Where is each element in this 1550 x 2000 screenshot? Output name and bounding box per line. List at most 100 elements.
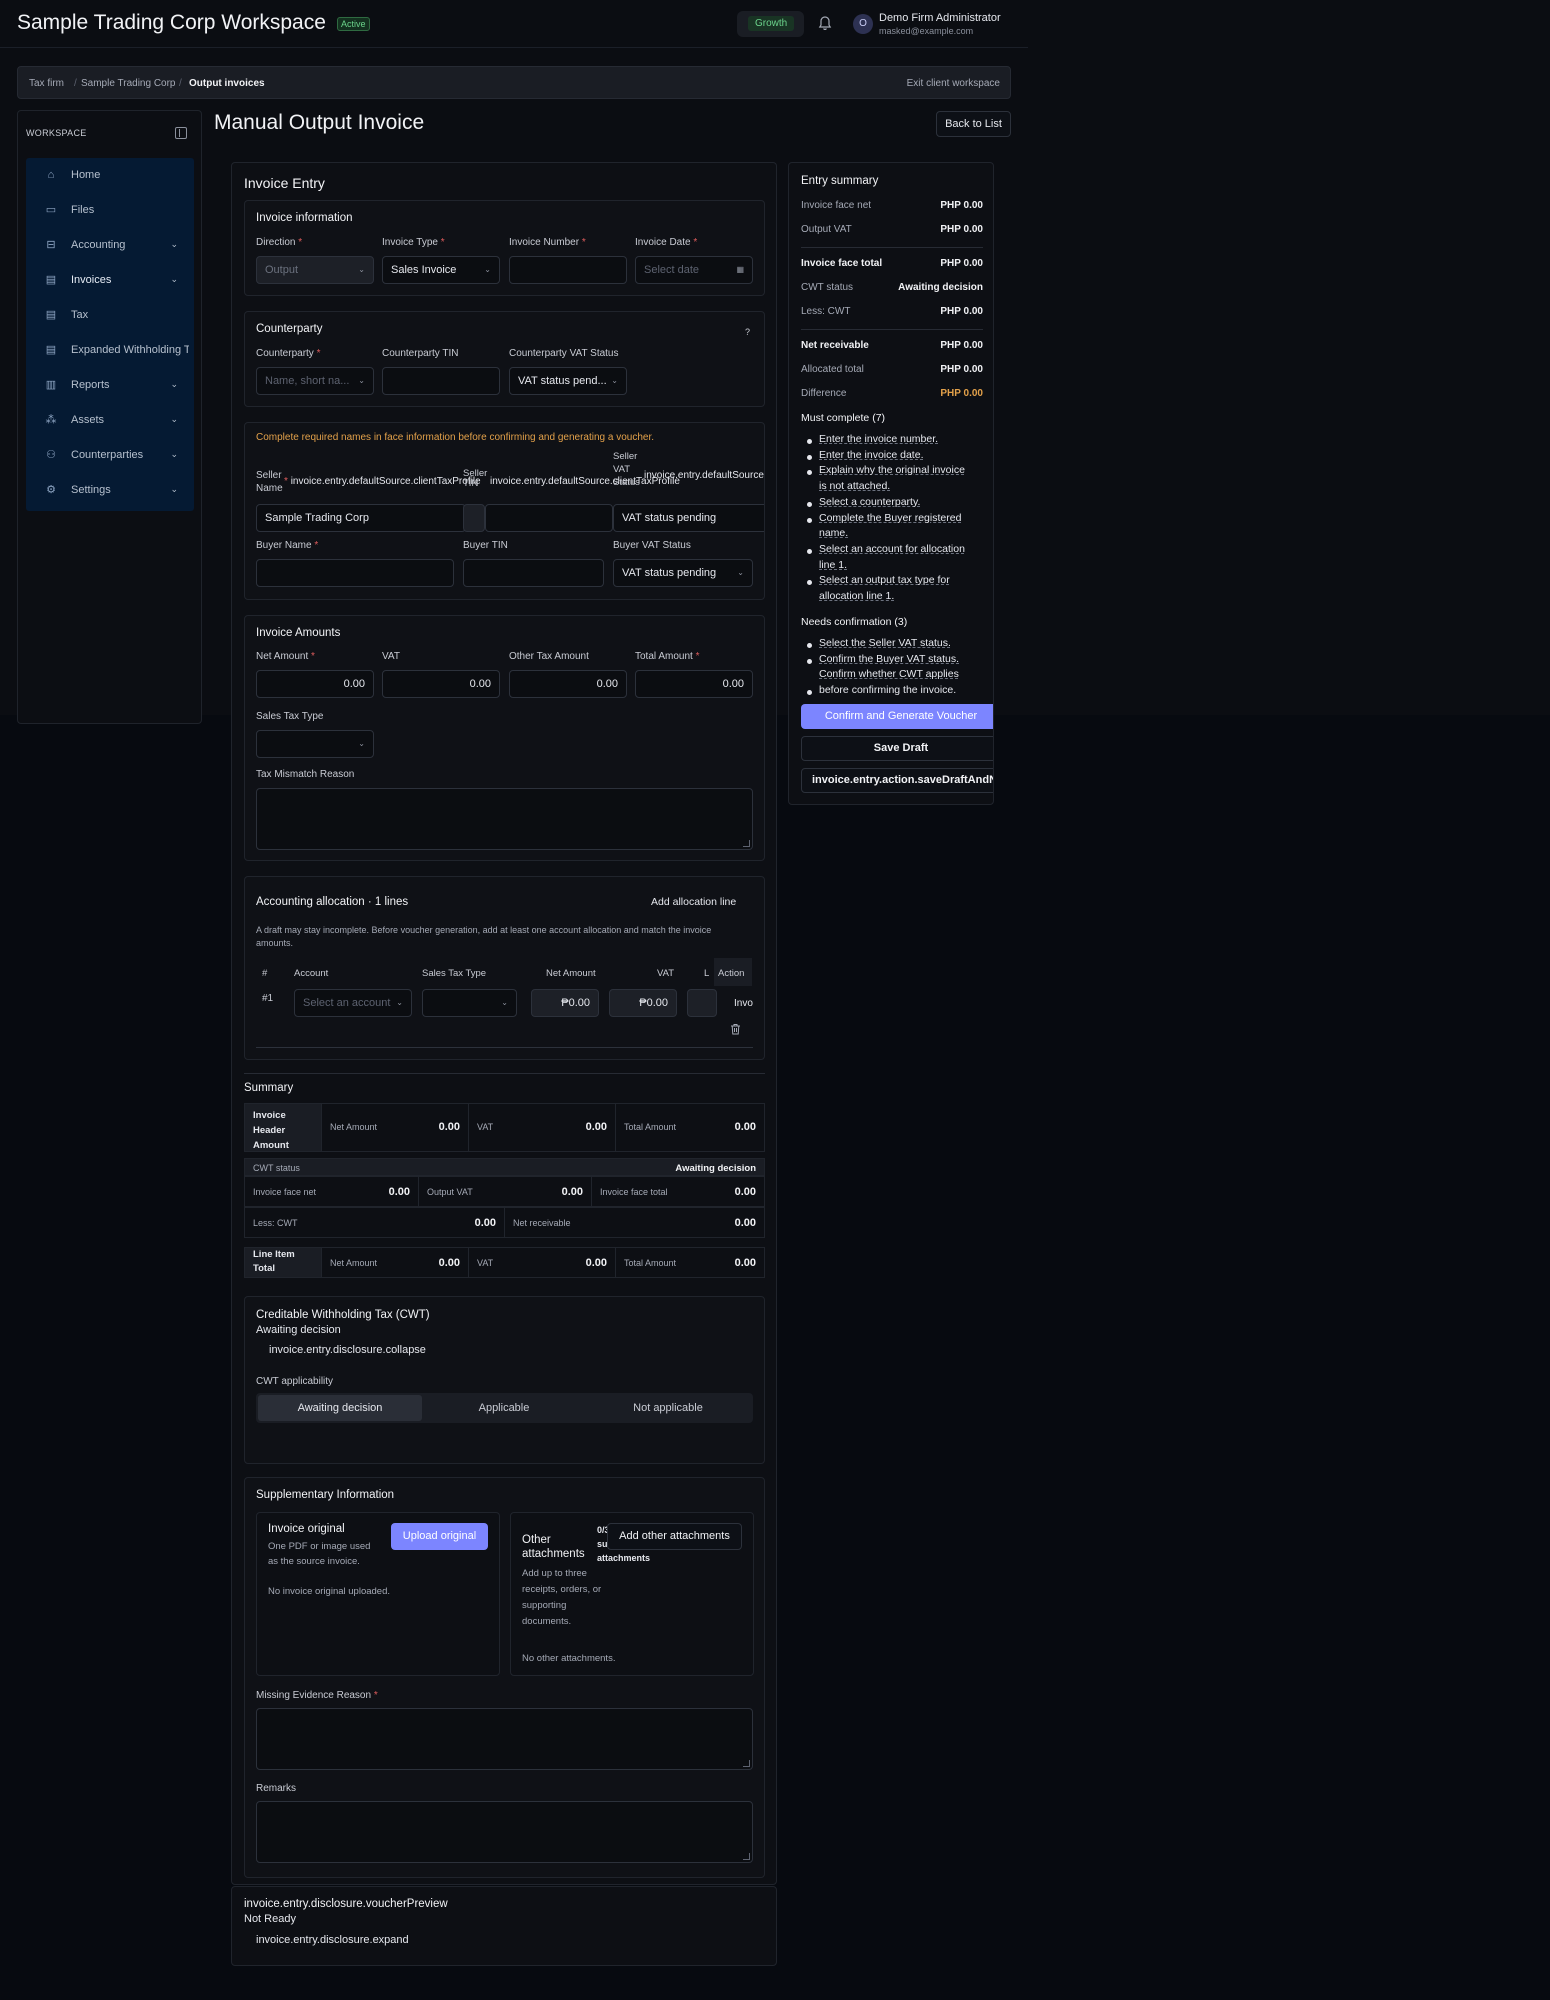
allocation-net-input[interactable]: ₱0.00 [531, 989, 599, 1017]
allocation-scrollbar[interactable] [256, 1047, 753, 1048]
vat-input[interactable]: 0.00 [382, 670, 500, 698]
buyer-tin-input[interactable] [463, 559, 604, 587]
allocation-row-number: #1 [262, 993, 274, 1004]
seller-name-label: Seller Name [256, 470, 283, 494]
cwt-option-awaiting[interactable]: Awaiting decision [258, 1395, 422, 1421]
cwt-option-applicable[interactable]: Applicable [422, 1395, 586, 1421]
save-draft-button[interactable]: Save Draft [801, 736, 993, 761]
summary-cell: Output VAT 0.00 [418, 1177, 591, 1206]
missing-evidence-textarea[interactable] [256, 1708, 753, 1770]
allocation-line-input[interactable] [687, 989, 717, 1017]
total-amount-input[interactable]: 0.00 [635, 670, 753, 698]
tax-mismatch-textarea[interactable] [256, 788, 753, 850]
help-icon[interactable]: ? [745, 327, 750, 337]
save-draft-and-new-button[interactable]: invoice.entry.action.saveDraftAndNew [801, 768, 993, 793]
supplementary-title: Supplementary Information [256, 1489, 395, 1501]
seller-name-source: * invoice.entry.defaultSource.clientTaxP… [284, 476, 481, 487]
direction-select[interactable]: Output ⌄ [256, 256, 374, 284]
checklist-item[interactable]: name. [819, 527, 848, 539]
sidebar-item-tax[interactable]: ▤ Tax [26, 298, 194, 332]
invoice-type-select[interactable]: Sales Invoice ⌄ [382, 256, 500, 284]
back-to-list-button[interactable]: Back to List [936, 111, 1011, 137]
cwt-segmented-control: Awaiting decision Applicable Not applica… [256, 1393, 753, 1423]
confirm-generate-voucher-button[interactable]: Confirm and Generate Voucher [801, 704, 993, 729]
sidebar-item-assets[interactable]: ⁂ Assets ⌄ [26, 403, 194, 437]
sidebar-item-home[interactable]: ⌂ Home [26, 158, 194, 192]
summary-row-difference: Difference PHP 0.00 [801, 388, 983, 399]
checklist-item[interactable]: Select the Seller VAT status. [819, 637, 951, 649]
checklist-item[interactable]: allocation line 1. [819, 590, 894, 602]
allocation-vat-input[interactable]: ₱0.00 [609, 989, 677, 1017]
sidebar-item-accounting[interactable]: ⊟ Accounting ⌄ [26, 228, 194, 262]
invoice-number-input[interactable] [509, 256, 627, 284]
checklist-item[interactable]: Select an output tax type for [819, 574, 950, 586]
other-tax-input[interactable]: 0.00 [509, 670, 627, 698]
breadcrumb-current: Output invoices [189, 78, 265, 89]
counterparty-vat-select[interactable]: VAT status pend... ⌄ [509, 367, 627, 395]
counterparty-select[interactable]: Name, short na... ⌄ [256, 367, 374, 395]
seller-vat-select[interactable]: VAT status pending [613, 504, 764, 532]
avatar[interactable]: O [853, 14, 873, 34]
sidebar-item-label: Expanded Withholding Tax [71, 344, 189, 356]
buyer-vat-select[interactable]: VAT status pending ⌄ [613, 559, 753, 587]
bullet-icon [807, 643, 812, 648]
chevron-down-icon: ⌄ [170, 239, 178, 249]
checklist-item[interactable]: Explain why the original invoice [819, 464, 965, 476]
account-placeholder: Select an account [303, 997, 391, 1009]
buyer-name-input[interactable] [256, 559, 454, 587]
sidebar-item-reports[interactable]: ▥ Reports ⌄ [26, 368, 194, 402]
trash-icon[interactable] [730, 1023, 741, 1035]
sidebar-item-settings[interactable]: ⚙ Settings ⌄ [26, 473, 194, 507]
checklist-item[interactable]: Enter the invoice number. [819, 433, 938, 445]
breadcrumb-client[interactable]: Sample Trading Corp [81, 78, 176, 89]
seller-name-input[interactable]: Sample Trading Corp [256, 504, 466, 532]
face-information-card: Complete required names in face informat… [244, 422, 765, 600]
checklist-item[interactable]: Select an account for allocation [819, 543, 965, 555]
sidebar-item-expanded-withholding-tax[interactable]: ▤ Expanded Withholding Tax [26, 333, 194, 367]
add-other-attachments-button[interactable]: Add other attachments [607, 1523, 742, 1550]
cwt-option-not-applicable[interactable]: Not applicable [586, 1395, 750, 1421]
voucher-expand-toggle[interactable]: invoice.entry.disclosure.expand [256, 1934, 409, 1946]
sidebar-item-files[interactable]: ▭ Files [26, 193, 194, 227]
breadcrumb-separator: / [74, 78, 77, 89]
checklist-item[interactable]: before confirming the invoice. [819, 684, 956, 696]
invoice-type-label: Invoice Type * [382, 237, 445, 248]
counterparty-tin-input[interactable] [382, 367, 500, 395]
breadcrumb-tax-firm[interactable]: Tax firm [29, 78, 64, 89]
sidebar-collapse-icon[interactable] [175, 127, 187, 139]
summary-row-allocated: Allocated total PHP 0.00 [801, 364, 983, 375]
sidebar-item-counterparties[interactable]: ⚇ Counterparties ⌄ [26, 438, 194, 472]
seller-tin-input[interactable] [485, 504, 613, 532]
col-account: Account [294, 968, 329, 979]
remarks-textarea[interactable] [256, 1801, 753, 1863]
summary-row-net-receivable: Net receivable PHP 0.00 [801, 340, 983, 351]
net-amount-input[interactable]: 0.00 [256, 670, 374, 698]
counterparty-card: Counterparty ? Counterparty * Name, shor… [244, 311, 765, 407]
chevron-down-icon: ⌄ [358, 739, 365, 748]
cwt-collapse-toggle[interactable]: invoice.entry.disclosure.collapse [269, 1344, 426, 1356]
seller-tin-prefix[interactable] [463, 504, 485, 532]
checklist-item[interactable]: Confirm whether CWT applies [819, 668, 959, 680]
sidebar-item-invoices[interactable]: ▤ Invoices ⌄ [26, 263, 194, 297]
checklist-item[interactable]: line 1. [819, 559, 847, 571]
summary-cell: Total Amount 0.00 [615, 1248, 764, 1277]
add-allocation-line-button[interactable]: Add allocation line [651, 896, 736, 908]
checklist-item[interactable]: is not attached. [819, 480, 890, 492]
upload-original-button[interactable]: Upload original [391, 1523, 488, 1550]
checklist-item[interactable]: Enter the invoice date. [819, 449, 923, 461]
checklist-item[interactable]: Complete the Buyer registered [819, 512, 961, 524]
exit-workspace-link[interactable]: Exit client workspace [907, 78, 1000, 89]
summary-title: Summary [244, 1082, 294, 1094]
summary-divider [244, 1073, 765, 1074]
bar-chart-icon: ▥ [45, 379, 57, 391]
checklist-item[interactable]: Confirm the Buyer VAT status. [819, 653, 959, 665]
sales-tax-type-select[interactable]: ⌄ [256, 730, 374, 758]
invoice-date-picker[interactable]: Select date ▦ [635, 256, 753, 284]
bell-icon[interactable] [818, 15, 832, 31]
supplementary-card: Supplementary Information Invoice origin… [244, 1477, 765, 1878]
checklist-item[interactable]: Select a counterparty. [819, 496, 920, 508]
allocation-account-select[interactable]: Select an account ⌄ [294, 989, 412, 1017]
entry-summary-panel: Entry summary Invoice face net PHP 0.00 O… [788, 162, 994, 805]
allocation-sales-tax-select[interactable]: ⌄ [422, 989, 517, 1017]
plan-badge[interactable]: Growth [737, 11, 804, 37]
